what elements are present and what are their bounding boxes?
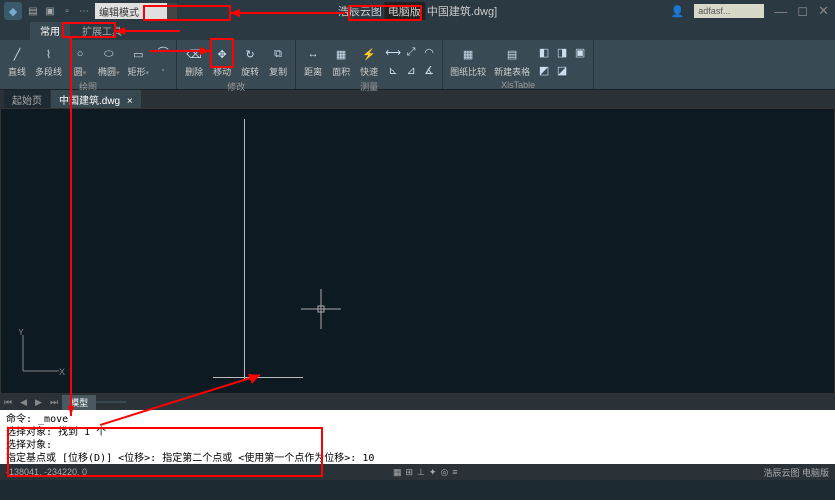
tool-rect[interactable]: ▭矩形▾	[125, 42, 153, 80]
doc-name: 中国建筑.dwg]	[427, 3, 497, 19]
tool-distance[interactable]: ↔距离	[300, 42, 326, 80]
tool-ellipse[interactable]: ⬭椭圆▾	[95, 42, 123, 80]
grid-icon[interactable]: ⊞	[406, 467, 414, 478]
tool-erase[interactable]: ⌫删除	[181, 42, 207, 80]
tool-move[interactable]: ✥移动	[209, 42, 235, 80]
user-icon[interactable]: 👤	[671, 5, 685, 18]
tool-copy[interactable]: ⧉复制	[265, 42, 291, 80]
drawing-canvas[interactable]: YX	[0, 108, 835, 394]
rect-icon: ▭	[128, 44, 148, 64]
layout-first-icon[interactable]: ⏮	[0, 397, 16, 408]
ellipse-icon: ⬭	[99, 44, 119, 64]
rotate-icon: ↻	[240, 44, 260, 64]
circle-icon: ○	[70, 44, 90, 64]
t1-icon[interactable]: ◧	[536, 44, 552, 60]
t2-icon[interactable]: ◨	[554, 44, 570, 60]
tool-area[interactable]: ▦面积	[328, 42, 354, 80]
drawn-vline	[244, 119, 245, 379]
dim2-icon[interactable]: ⤢	[403, 44, 419, 60]
tool-quick[interactable]: ⚡快速	[356, 42, 382, 80]
quick-icon: ⚡	[359, 44, 379, 64]
dim6-icon[interactable]: ∡	[421, 62, 437, 78]
dim3-icon[interactable]: ◠	[421, 44, 437, 60]
tool-compare[interactable]: ▦图纸比较	[447, 42, 489, 80]
layout-tab-model[interactable]: 模型	[62, 395, 96, 410]
chevron-down-icon: ▾	[146, 70, 150, 77]
qat-more-icon[interactable]: ⋯	[77, 4, 91, 18]
window-title: 浩辰云图 电脑版 中国建筑.dwg]	[338, 2, 497, 20]
copy-icon: ⧉	[268, 44, 288, 64]
panel-measure-label: 测量	[300, 80, 438, 92]
line-icon: ╱	[7, 44, 27, 64]
panel-compare-label: XlsTable	[447, 80, 589, 90]
erase-icon: ⌫	[184, 44, 204, 64]
chevron-down-icon: ▾	[83, 70, 87, 77]
panel-modify-label: 修改	[181, 80, 291, 92]
point-icon[interactable]: ·	[155, 62, 171, 78]
compare-icon: ▦	[458, 44, 478, 64]
drawn-hline	[213, 377, 303, 378]
move-icon: ✥	[212, 44, 232, 64]
minimize-button[interactable]: —	[774, 4, 787, 19]
osnap-icon[interactable]: ◎	[440, 467, 448, 478]
ucs-icon: YX	[15, 329, 65, 379]
cmd-line: 选择对象: 找到 1 个	[6, 426, 829, 439]
close-button[interactable]: ✕	[818, 3, 829, 19]
qat-save-icon[interactable]: ▫	[60, 4, 74, 18]
chevron-down-icon: ▾	[116, 70, 120, 77]
svg-text:Y: Y	[18, 329, 24, 337]
polyline-icon: ⌇	[39, 44, 59, 64]
svg-text:X: X	[59, 367, 65, 377]
command-window[interactable]: 命令: _move 选择对象: 找到 1 个 选择对象: 指定基点或 [位移(D…	[0, 410, 835, 464]
table-icon: ▤	[502, 44, 522, 64]
tool-line[interactable]: ╱直线	[4, 42, 30, 80]
arc-icon[interactable]: ⌒	[155, 44, 171, 60]
dim4-icon[interactable]: ⊾	[385, 62, 401, 78]
search-mode-box[interactable]: 编辑模式	[91, 3, 177, 19]
polar-icon[interactable]: ✦	[429, 467, 437, 478]
layout-tab-1[interactable]	[96, 401, 126, 403]
tool-newtable[interactable]: ▤新建表格	[491, 42, 533, 80]
tool-circle[interactable]: ○圆▾	[67, 42, 93, 80]
area-icon: ▦	[331, 44, 351, 64]
app-name: 浩辰云图	[338, 3, 382, 19]
qat-new-icon[interactable]: ▤	[26, 4, 40, 18]
app-logo: ◆	[4, 2, 22, 20]
doc-tab-start[interactable]: 起始页	[4, 90, 50, 109]
app-edition: 电脑版	[384, 2, 425, 20]
t5-icon[interactable]: ◪	[554, 62, 570, 78]
t3-icon[interactable]: ▣	[572, 44, 588, 60]
maximize-button[interactable]: ◻	[797, 3, 808, 19]
tool-rotate[interactable]: ↻旋转	[237, 42, 263, 80]
t4-icon[interactable]: ◩	[536, 62, 552, 78]
snap-icon[interactable]: ▦	[393, 467, 402, 478]
close-tab-icon[interactable]: ×	[127, 96, 133, 107]
distance-icon: ↔	[303, 44, 323, 64]
layout-prev-icon[interactable]: ◀	[16, 397, 31, 408]
dim5-icon[interactable]: ⊿	[403, 62, 419, 78]
ortho-icon[interactable]: ⊥	[417, 467, 425, 478]
layout-last-icon[interactable]: ⏭	[46, 397, 62, 408]
tool-polyline[interactable]: ⌇多段线	[32, 42, 65, 80]
dim1-icon[interactable]: ⟷	[385, 44, 401, 60]
lwt-icon[interactable]: ≡	[452, 467, 457, 478]
cmd-line: 命令: _move	[6, 413, 829, 426]
layout-next-icon[interactable]: ▶	[31, 397, 46, 408]
status-right: 浩辰云图 电脑版	[763, 466, 829, 479]
search-dropdown-icon[interactable]	[167, 3, 177, 19]
search-text: 编辑模式	[95, 3, 167, 19]
crosshair-cursor	[301, 289, 361, 349]
qat-open-icon[interactable]: ▣	[43, 4, 57, 18]
doc-tab-active[interactable]: 中国建筑.dwg ×	[51, 90, 141, 109]
tab-common[interactable]: 常用	[30, 21, 70, 40]
status-coords: -138041, -234220, 0	[6, 467, 87, 477]
cmd-line: 选择对象:	[6, 439, 829, 452]
user-name[interactable]: adfasf...	[694, 4, 764, 18]
tab-extensions[interactable]: 扩展工具	[72, 21, 132, 40]
